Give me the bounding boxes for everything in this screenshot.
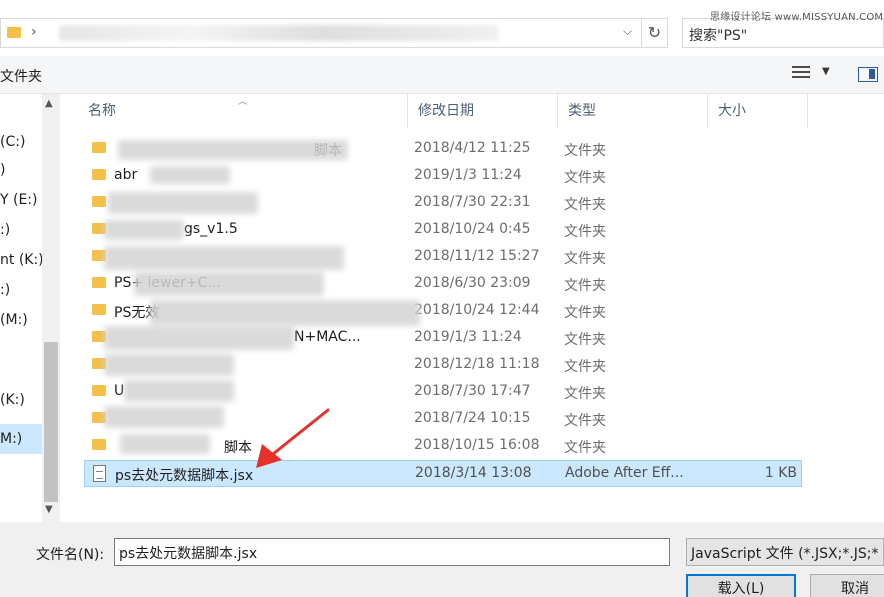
file-type: 文件夹 xyxy=(564,251,606,267)
nav-item-drive[interactable]: nt (K:) xyxy=(0,252,44,268)
modified-date: 2018/6/30 23:09 xyxy=(414,275,531,291)
modified-date: 2018/7/30 22:31 xyxy=(414,194,531,210)
blurred-name xyxy=(118,140,348,160)
file-type: 文件夹 xyxy=(564,305,606,321)
refresh-button[interactable]: ↻ xyxy=(642,18,668,48)
filename-label: 文件名(N): xyxy=(36,547,105,563)
file-type: 文件夹 xyxy=(564,224,606,240)
modified-date: 2018/11/12 15:27 xyxy=(414,248,540,264)
chevron-right-icon[interactable]: › xyxy=(31,24,37,40)
dialog-footer: 文件名(N): ps去处元数据脚本.jsx ⌵ JavaScript 文件 (*… xyxy=(0,522,884,597)
modified-date: 2019/1/3 11:24 xyxy=(414,329,522,345)
modified-date: 2018/3/14 13:08 xyxy=(415,465,532,481)
folder-icon xyxy=(92,385,106,396)
modified-date: 2019/1/3 11:24 xyxy=(414,167,522,183)
blurred-name xyxy=(124,380,234,402)
new-folder-button[interactable]: 文件夹 xyxy=(0,66,42,86)
blurred-name xyxy=(104,406,224,428)
modified-date: 2018/10/24 12:44 xyxy=(414,302,540,318)
file-type: 文件夹 xyxy=(564,170,606,186)
modified-date: 2018/7/30 17:47 xyxy=(414,383,531,399)
blurred-name xyxy=(134,272,324,296)
address-bar[interactable]: › ⌵ xyxy=(0,18,642,48)
column-header-date[interactable]: 修改日期 xyxy=(408,94,558,128)
blurred-name xyxy=(108,192,258,214)
column-headers: 名称 修改日期 类型 大小 xyxy=(78,94,808,128)
column-header-size[interactable]: 大小 xyxy=(708,94,808,128)
nav-item-drive[interactable]: (K:) xyxy=(0,392,25,408)
blurred-path xyxy=(59,25,499,41)
blurred-name xyxy=(150,166,230,184)
blurred-name xyxy=(104,220,184,240)
watermark: 思缘设计论坛 www.MISSYUAN.COM xyxy=(710,12,884,23)
file-type: 文件夹 xyxy=(564,386,606,402)
blurred-name xyxy=(104,246,344,270)
file-type: 文件夹 xyxy=(564,359,606,375)
nav-item-drive[interactable]: ) xyxy=(0,162,5,178)
folder-icon xyxy=(7,27,21,38)
scroll-down-icon[interactable]: ▼ xyxy=(45,504,53,515)
folder-row[interactable]: gs_v1.5 2018/10/24 0:45 文件夹 xyxy=(84,217,802,244)
column-header-type[interactable]: 类型 xyxy=(558,94,708,128)
view-options-icon[interactable] xyxy=(792,66,810,80)
folder-icon xyxy=(92,304,106,315)
modified-date: 2018/7/24 10:15 xyxy=(414,410,531,426)
blurred-name xyxy=(104,354,234,376)
file-type: 文件夹 xyxy=(564,143,606,159)
modified-date: 2018/10/15 16:08 xyxy=(414,437,540,453)
folder-icon xyxy=(92,196,106,207)
scroll-up-icon[interactable]: ▲ xyxy=(45,98,53,109)
chevron-down-icon[interactable]: ⌵ xyxy=(119,545,663,556)
open-button[interactable]: 载入(L) xyxy=(686,574,796,597)
preview-pane-icon[interactable] xyxy=(858,67,878,82)
nav-item-drive-selected[interactable]: M:) xyxy=(0,424,42,454)
file-size: 1 KB xyxy=(764,465,797,481)
folder-name: 脚本 xyxy=(224,440,252,456)
folder-icon xyxy=(92,169,106,180)
blurred-name xyxy=(104,326,294,350)
file-type: 文件夹 xyxy=(564,413,606,429)
file-type: Adobe After Eff... xyxy=(565,465,684,481)
view-dropdown-icon[interactable]: ▼ xyxy=(822,66,830,77)
folder-name: N+MAC... xyxy=(294,329,361,345)
cancel-button[interactable]: 取消 xyxy=(810,574,884,597)
nav-item-drive[interactable]: (M:) xyxy=(0,312,28,328)
sort-ascending-icon: ︿ xyxy=(238,97,248,107)
file-type: 文件夹 xyxy=(564,332,606,348)
file-row-selected[interactable]: ps去处元数据脚本.jsx 2018/3/14 13:08 Adobe Afte… xyxy=(84,460,802,487)
nav-item-drive[interactable]: :) xyxy=(0,222,10,238)
script-file-icon xyxy=(93,465,106,482)
modified-date: 2018/10/24 0:45 xyxy=(414,221,531,237)
folder-name: U xyxy=(114,383,125,399)
toolbar: 文件夹 ▼ xyxy=(0,56,884,94)
modified-date: 2018/4/12 11:25 xyxy=(414,140,531,156)
file-type-filter[interactable]: JavaScript 文件 (*.JSX;*.JS;* xyxy=(686,538,884,566)
blurred-name xyxy=(120,434,210,454)
nav-item-drive[interactable]: Y (E:) xyxy=(0,192,38,208)
address-dropdown-icon[interactable]: ⌵ xyxy=(623,24,632,39)
folder-name: gs_v1.5 xyxy=(184,221,238,237)
search-input[interactable]: 搜索"PS" xyxy=(689,25,747,45)
nav-item-drive[interactable]: :) xyxy=(0,282,10,298)
blurred-name xyxy=(150,300,420,326)
file-type: 文件夹 xyxy=(564,197,606,213)
folder-icon xyxy=(92,142,106,153)
file-type-filter-value: JavaScript 文件 (*.JSX;*.JS;* xyxy=(691,546,879,562)
file-type: 文件夹 xyxy=(564,440,606,456)
folder-icon xyxy=(92,277,106,288)
file-name: ps去处元数据脚本.jsx xyxy=(115,468,254,484)
modified-date: 2018/12/18 11:18 xyxy=(414,356,540,372)
filename-input[interactable]: ps去处元数据脚本.jsx ⌵ xyxy=(114,538,670,566)
scroll-thumb[interactable] xyxy=(44,342,58,502)
folder-name: abr xyxy=(114,167,138,183)
nav-item-drive[interactable]: (C:) xyxy=(0,134,25,150)
folder-icon xyxy=(92,439,106,450)
nav-scrollbar[interactable]: ▲ ▼ xyxy=(42,94,60,522)
file-type: 文件夹 xyxy=(564,278,606,294)
